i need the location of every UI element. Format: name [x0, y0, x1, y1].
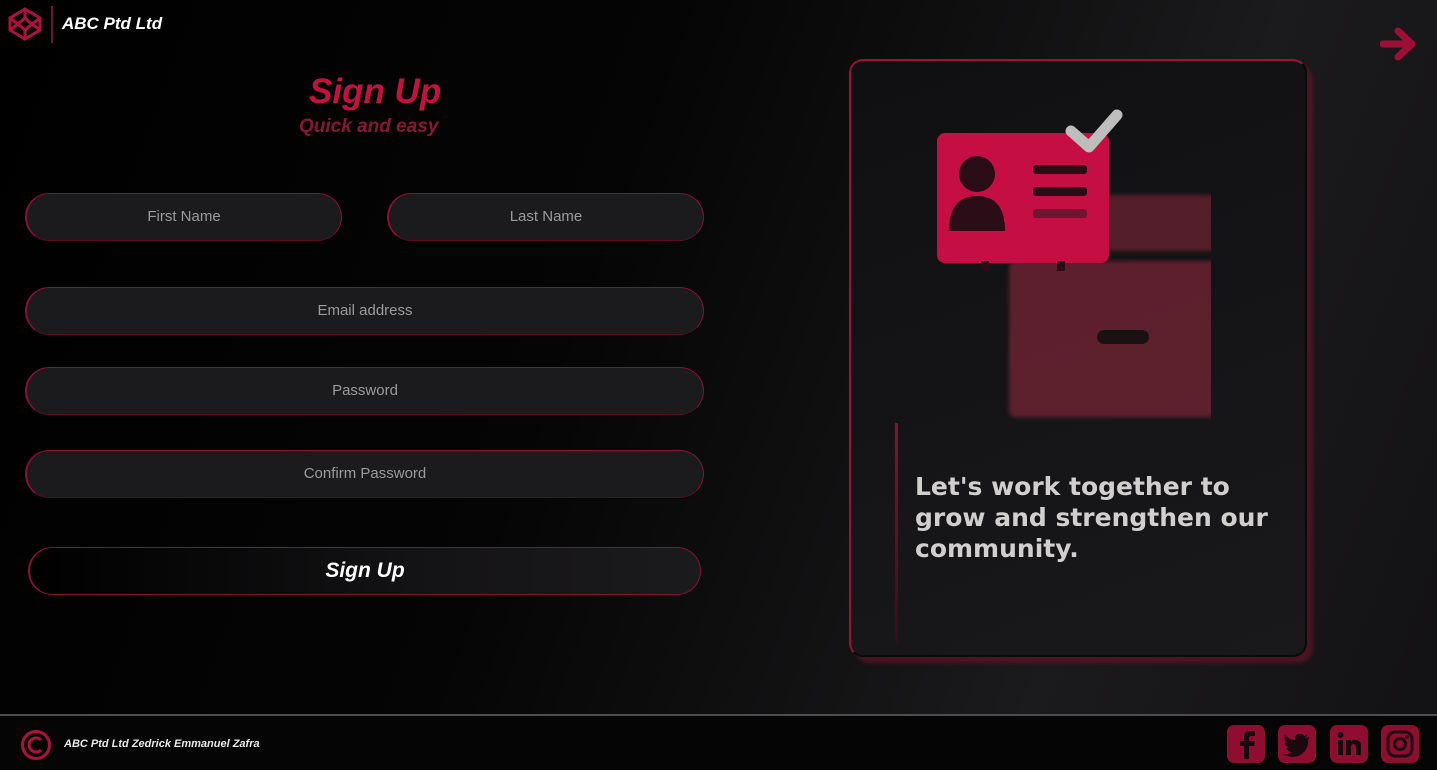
info-card: Let's work together to grow and strength…: [849, 59, 1307, 657]
copyright-icon: [21, 730, 51, 760]
instagram-icon[interactable]: [1381, 725, 1419, 763]
password-field[interactable]: Password: [25, 367, 704, 415]
last-name-field[interactable]: Last Name: [387, 193, 704, 241]
facebook-icon[interactable]: [1227, 725, 1265, 763]
email-field[interactable]: Email address: [25, 287, 704, 335]
twitter-icon[interactable]: [1278, 725, 1316, 763]
brand-name: ABC Ptd Ltd: [62, 14, 163, 33]
footer: ABC Ptd Ltd Zedrick Emmanuel Zafra: [0, 714, 1437, 770]
first-name-field[interactable]: First Name: [25, 193, 342, 241]
card-tagline: Let's work together to grow and strength…: [915, 472, 1268, 563]
page-subtitle: Quick and easy: [299, 116, 439, 137]
arrow-right-icon[interactable]: [1380, 26, 1420, 62]
logo-divider: [51, 6, 53, 43]
page-title: Sign Up: [309, 72, 442, 111]
codepen-logo-icon[interactable]: [8, 7, 42, 41]
confirm-password-field[interactable]: Confirm Password: [25, 450, 704, 498]
footer-text: ABC Ptd Ltd Zedrick Emmanuel Zafra: [64, 738, 260, 750]
id-card-check-icon: [937, 109, 1211, 417]
linkedin-icon[interactable]: [1330, 725, 1368, 763]
sign-up-button[interactable]: Sign Up: [28, 547, 701, 595]
card-accent-line: [895, 423, 898, 643]
header: ABC Ptd Ltd: [0, 0, 1437, 61]
